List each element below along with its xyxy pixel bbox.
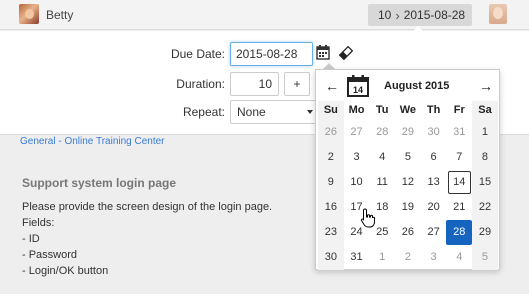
calendar-day[interactable]: 1 — [369, 245, 395, 270]
calendar-week-row: 30 31 1 2 3 4 5 — [318, 245, 498, 270]
calendar-day[interactable]: 30 — [318, 245, 344, 270]
calendar-day[interactable]: 5 — [472, 245, 498, 270]
calendar-day[interactable]: 31 — [344, 245, 370, 270]
due-date-label: Due Date: — [170, 47, 225, 61]
calendar-day[interactable]: 3 — [421, 245, 447, 270]
hand-cursor-icon — [360, 208, 375, 228]
calendar-day[interactable]: 15 — [472, 170, 498, 195]
calendar-day[interactable]: 28 — [446, 220, 473, 245]
arrow-left-icon[interactable]: ← — [325, 78, 339, 94]
calendar-day[interactable]: 7 — [446, 145, 472, 170]
repeat-select-value: None — [237, 105, 266, 119]
calendar-day[interactable]: 26 — [318, 120, 344, 145]
calendar-week-row: 23 24 25 26 27 28 29 — [318, 220, 498, 245]
calendar-day[interactable]: 30 — [421, 120, 447, 145]
calendar-day[interactable]: 29 — [472, 220, 498, 245]
calendar-day[interactable]: 11 — [369, 170, 395, 195]
weekday-header: We — [399, 104, 417, 116]
calendar-day[interactable]: 16 — [318, 195, 344, 220]
datepicker-month-title[interactable]: August 2015 — [384, 80, 449, 92]
duration-input[interactable]: 10 — [230, 72, 279, 96]
eraser-icon[interactable] — [339, 46, 353, 60]
calendar-day[interactable]: 13 — [421, 170, 447, 195]
datepicker: ← 14 August 2015 → Su Mo Tu We Th Fr Sa 26 27 28… — [315, 69, 500, 270]
calendar-week-row: 9 10 11 12 13 14 15 — [318, 170, 498, 195]
user-name[interactable]: Betty — [46, 8, 73, 22]
calendar-week-row: 26 27 28 29 30 31 1 — [318, 120, 498, 145]
today-calendar-day: 14 — [353, 85, 363, 95]
calendar-day[interactable]: 12 — [395, 170, 421, 195]
description-line: Fields: — [22, 217, 55, 229]
calendar-day[interactable]: 29 — [395, 120, 421, 145]
task-title: Support system login page — [22, 176, 177, 190]
weekday-header: Sa — [472, 101, 498, 120]
due-date-input[interactable]: 2015-08-28 — [230, 42, 313, 66]
weekday-header: Su — [318, 101, 344, 120]
calendar-day[interactable]: 20 — [421, 195, 447, 220]
calendar-day[interactable]: 14 — [446, 170, 472, 195]
calendar-day[interactable]: 27 — [421, 220, 447, 245]
weekday-header-row: Su Mo Tu We Th Fr Sa — [318, 101, 498, 120]
calendar-day[interactable]: 21 — [446, 195, 472, 220]
description-line: - Password — [22, 249, 78, 261]
calendar-day[interactable]: 26 — [395, 220, 421, 245]
calendar-icon[interactable] — [316, 44, 330, 60]
duration-label: Duration: — [176, 77, 225, 91]
chevron-right-icon: › — [395, 7, 400, 23]
arrow-right-icon[interactable]: → — [479, 78, 493, 94]
calendar-day[interactable]: 2 — [318, 145, 344, 170]
breadcrumb[interactable]: 10 › 2015-08-28 — [368, 4, 472, 26]
repeat-label: Repeat: — [182, 105, 225, 119]
calendar-week-row: 16 17 18 19 20 21 22 — [318, 195, 498, 220]
calendar-day[interactable]: 28 — [369, 120, 395, 145]
calendar-day[interactable]: 9 — [318, 170, 344, 195]
calendar-day[interactable]: 6 — [421, 145, 447, 170]
description-line: Please provide the screen design of the … — [22, 201, 273, 213]
today-calendar-icon[interactable]: 14 — [346, 74, 370, 98]
calendar-day[interactable]: 23 — [318, 220, 344, 245]
caret-down-icon — [307, 110, 313, 114]
calendar-grid: Su Mo Tu We Th Fr Sa 26 27 28 29 30 31 1 2 3 4 5 6 7 8 9 10 11… — [318, 101, 498, 270]
description-line: - ID — [22, 233, 40, 245]
calendar-day[interactable]: 5 — [395, 145, 421, 170]
calendar-day[interactable]: 10 — [344, 170, 370, 195]
calendar-week-row: 2345678 — [318, 145, 498, 170]
user-avatar[interactable] — [19, 4, 39, 24]
weekday-header: Tu — [375, 104, 389, 116]
calendar-day[interactable]: 22 — [472, 195, 498, 220]
calendar-day[interactable]: 31 — [446, 120, 472, 145]
assignee-avatar[interactable] — [489, 4, 507, 24]
description-line: - Login/OK button — [22, 265, 109, 277]
weekday-header: Mo — [348, 104, 365, 116]
project-link[interactable]: General - Online Training Center — [20, 136, 165, 147]
calendar-day[interactable]: 4 — [369, 145, 395, 170]
top-bar: Betty 10 › 2015-08-28 — [0, 0, 529, 30]
calendar-day[interactable]: 2 — [395, 245, 421, 270]
calendar-day[interactable]: 1 — [472, 120, 498, 145]
duration-plus-button[interactable]: + — [284, 72, 310, 96]
weekday-header: Fr — [453, 104, 465, 116]
weekday-header: Th — [426, 104, 441, 116]
calendar-day[interactable]: 4 — [446, 245, 472, 270]
calendar-day[interactable]: 27 — [344, 120, 370, 145]
breadcrumb-date: 2015-08-28 — [403, 8, 466, 22]
calendar-day[interactable]: 8 — [472, 145, 498, 170]
calendar-day[interactable]: 3 — [344, 145, 370, 170]
calendar-day[interactable]: 19 — [395, 195, 421, 220]
breadcrumb-number: 10 — [378, 8, 392, 22]
repeat-select[interactable]: None — [230, 100, 318, 124]
